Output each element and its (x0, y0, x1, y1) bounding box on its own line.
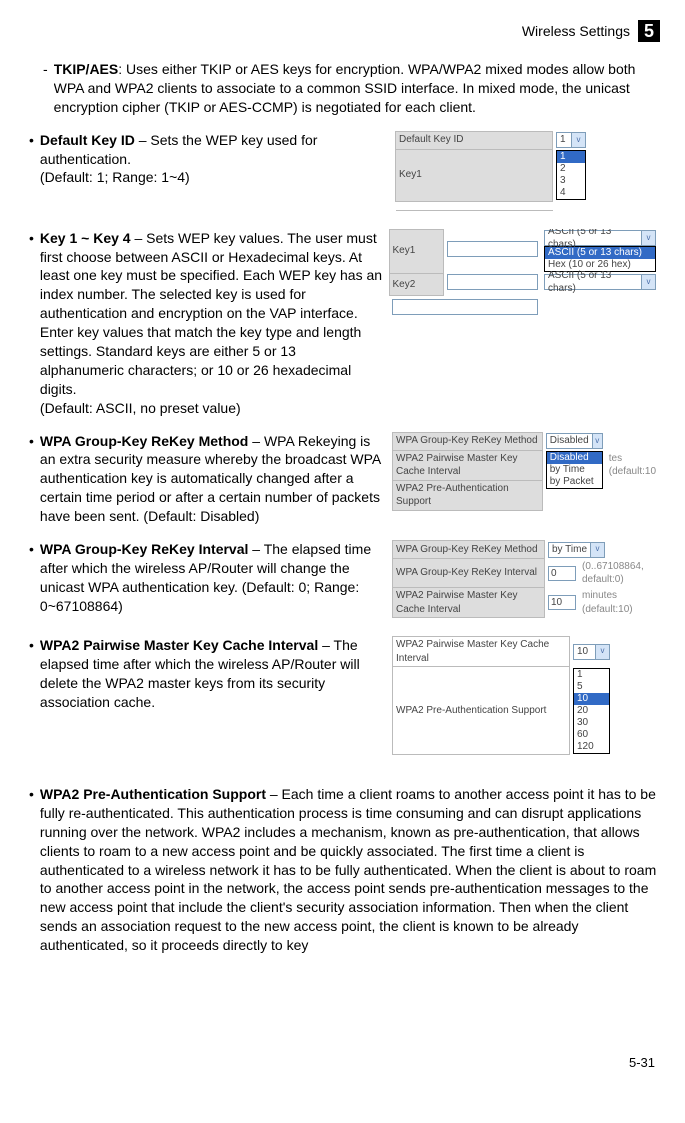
dropdown-option[interactable]: 120 (574, 741, 609, 753)
fig-label-preauth: WPA2 Pre-Authentication Support (393, 480, 543, 510)
header-title: Wireless Settings (522, 23, 630, 39)
rekey-method-heading: WPA Group-Key ReKey Method (40, 433, 248, 449)
key2-input[interactable] (447, 274, 538, 290)
rekey-interval-heading: WPA Group-Key ReKey Interval (40, 541, 249, 557)
chevron-down-icon: v (571, 133, 585, 147)
bullet-marker: • (29, 785, 34, 804)
dropdown-option[interactable]: 4 (557, 187, 585, 199)
rekey-method-dropdown[interactable]: Disabled v (546, 433, 603, 449)
chevron-down-icon: v (592, 434, 602, 448)
dropdown-option[interactable]: 30 (574, 717, 609, 729)
dropdown-option[interactable]: by Time (547, 464, 602, 476)
preauth-text: – Each time a client roams to another ac… (40, 786, 656, 953)
fig-label-rekey-method: WPA Group-Key ReKey Method (393, 432, 543, 450)
bullet-key-range: Key1 ASCII (5 or 13 chars) v ASCII (5 or… (29, 229, 660, 418)
dropdown-option[interactable]: 1 (574, 669, 609, 681)
rekey-method-dropdown2[interactable]: by Time v (548, 542, 605, 558)
dropdown-option[interactable]: ASCII (5 or 13 chars) (545, 247, 655, 259)
chevron-down-icon: v (590, 543, 604, 557)
figure-default-key-id: Default Key ID 1 v Key1 1 2 3 (395, 131, 660, 211)
dash-marker: - (43, 60, 48, 79)
fig-note-cache: minutes (default:10) (579, 588, 660, 618)
rekey-interval-input[interactable]: 0 (548, 566, 576, 581)
bullet-rekey-interval: WPA Group-Key ReKey Method by Time v WPA… (29, 540, 660, 622)
fig-note-interval: (0..67108864, default:0) (579, 559, 660, 588)
dropdown-option[interactable]: 1 (557, 151, 585, 163)
chevron-down-icon: v (595, 645, 609, 659)
key-range-heading: Key 1 ~ Key 4 (40, 230, 131, 246)
figure-key-range: Key1 ASCII (5 or 13 chars) v ASCII (5 or… (389, 229, 661, 321)
tkip-text: : Uses either TKIP or AES keys for encry… (54, 61, 636, 115)
dropdown-option[interactable]: 10 (574, 693, 609, 705)
fig-label-key1: Key1 (396, 149, 553, 201)
bullet-pairwise-cache: WPA2 Pairwise Master Key Cache Interval … (29, 636, 660, 759)
pairwise-list[interactable]: 1 5 10 20 30 60 120 (573, 668, 610, 754)
key-range-note: (Default: ASCII, no preset value) (40, 400, 241, 416)
fig-label-pairwise-cache: WPA2 Pairwise Master Key Cache Interval (393, 450, 543, 480)
dropdown-option[interactable]: by Packet (547, 476, 602, 488)
default-key-dropdown-list[interactable]: 1 2 3 4 (556, 150, 586, 200)
bullet-marker: • (29, 131, 34, 150)
fig-label-pairwise-cache: WPA2 Pairwise Master Key Cache Interval (393, 588, 545, 618)
pairwise-cache-input[interactable]: 10 (548, 595, 576, 610)
fig-label-rekey-method: WPA Group-Key ReKey Method (393, 541, 545, 559)
fig-label-key1: Key1 (389, 229, 444, 273)
chevron-down-icon: v (641, 275, 655, 289)
dropdown-option[interactable]: 3 (557, 175, 585, 187)
fig-label-default-key-id: Default Key ID (396, 131, 553, 149)
key-extra-input[interactable] (392, 299, 538, 315)
bullet-rekey-method: WPA Group-Key ReKey Method Disabled v WP… (29, 432, 660, 526)
bullet-marker: • (29, 432, 34, 451)
bullet-preauth: • WPA2 Pre-Authentication Support – Each… (29, 785, 660, 955)
chevron-down-icon: v (641, 231, 655, 245)
fig-label-pairwise-cache: WPA2 Pairwise Master Key Cache Interval (393, 637, 570, 667)
preauth-heading: WPA2 Pre-Authentication Support (40, 786, 266, 802)
figure-pairwise-cache: WPA2 Pairwise Master Key Cache Interval … (392, 636, 660, 755)
fig-label-key2: Key2 (389, 273, 444, 296)
page-header: Wireless Settings 5 (25, 20, 660, 42)
dropdown-option[interactable]: Disabled (547, 452, 602, 464)
default-key-note: (Default: 1; Range: 1~4) (40, 169, 190, 185)
key-range-text: – Sets WEP key values. The user must fir… (40, 230, 382, 397)
figure-rekey-interval: WPA Group-Key ReKey Method by Time v WPA… (392, 540, 660, 618)
tkip-heading: TKIP/AES (54, 61, 119, 77)
bullet-default-key-id: Default Key ID 1 v Key1 1 2 3 (29, 131, 660, 215)
figure-rekey-method: WPA Group-Key ReKey Method Disabled v WP… (392, 432, 660, 511)
fig-tail-text: tes (default:10 (606, 450, 660, 480)
bullet-marker: • (29, 540, 34, 559)
key1-input[interactable] (447, 241, 538, 257)
default-key-dropdown[interactable]: 1 v (556, 132, 586, 148)
dropdown-option[interactable]: 5 (574, 681, 609, 693)
dropdown-option[interactable]: 20 (574, 705, 609, 717)
default-key-heading: Default Key ID (40, 132, 135, 148)
bullet-tkip-aes: - TKIP/AES: Uses either TKIP or AES keys… (43, 60, 660, 117)
page-number: 5-31 (629, 1055, 655, 1070)
pairwise-heading: WPA2 Pairwise Master Key Cache Interval (40, 637, 318, 653)
fig-label-preauth: WPA2 Pre-Authentication Support (393, 667, 570, 755)
key1-type-dropdown[interactable]: ASCII (5 or 13 chars) v (544, 230, 656, 246)
bullet-marker: • (29, 636, 34, 655)
dropdown-option[interactable]: 2 (557, 163, 585, 175)
bullet-marker: • (29, 229, 34, 248)
chapter-number: 5 (638, 20, 660, 42)
fig-label-rekey-interval: WPA Group-Key ReKey Interval (393, 559, 545, 588)
key2-type-dropdown[interactable]: ASCII (5 or 13 chars) v (544, 274, 656, 290)
rekey-method-list[interactable]: Disabled by Time by Packet (546, 451, 603, 489)
dropdown-option[interactable]: 60 (574, 729, 609, 741)
pairwise-dropdown[interactable]: 10 v (573, 644, 610, 660)
